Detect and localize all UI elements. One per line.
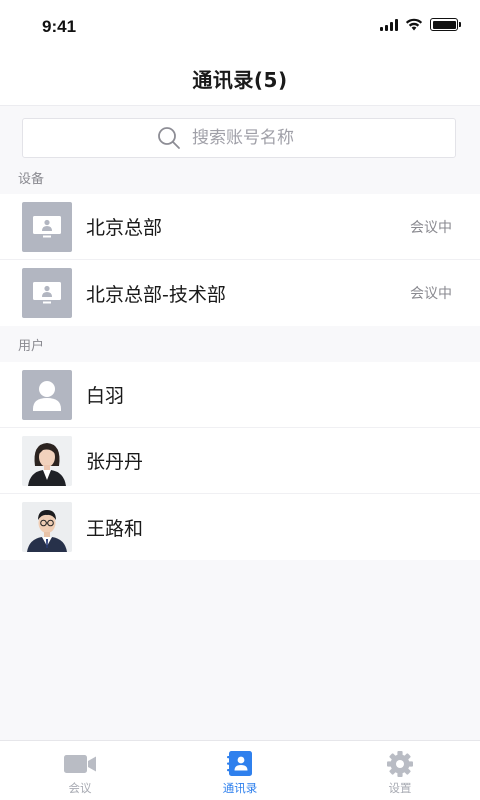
tab-meeting[interactable]: 会议 (0, 741, 160, 800)
device-row[interactable]: 北京总部-技术部 会议中 (0, 260, 480, 326)
tab-label: 会议 (68, 781, 92, 795)
tab-settings[interactable]: 设置 (320, 741, 480, 800)
tab-label: 设置 (388, 781, 412, 795)
device-status: 会议中 (410, 286, 452, 302)
search-box[interactable] (22, 118, 456, 158)
avatar (22, 502, 72, 552)
section-header-users: 用户 (18, 338, 45, 354)
navigation-bar: 通讯录(5) (0, 52, 480, 106)
gear-icon (387, 751, 413, 777)
cellular-signal-icon (380, 18, 398, 31)
status-bar: 9:41 (0, 0, 480, 52)
tab-contacts[interactable]: 通讯录 (160, 741, 320, 800)
female-user-photo-icon (22, 435, 72, 486)
tab-label: 通讯录 (222, 781, 258, 795)
monitor-icon (33, 215, 61, 237)
section-header-devices: 设备 (18, 171, 45, 187)
video-camera-icon (64, 755, 96, 773)
wifi-icon (405, 18, 423, 31)
device-list: 北京总部 会议中 北京总部-技术部 会议中 (0, 194, 480, 326)
page-title: 通讯录(5) (192, 68, 288, 92)
device-status: 会议中 (410, 219, 452, 236)
user-row[interactable]: 张丹丹 (0, 428, 480, 494)
device-avatar (22, 268, 72, 318)
monitor-icon (33, 282, 61, 304)
device-row[interactable]: 北京总部 会议中 (0, 194, 480, 260)
avatar (22, 369, 72, 420)
tab-bar: 会议 通讯录 设置 (0, 740, 480, 800)
user-name: 王路和 (86, 517, 144, 540)
device-name: 北京总部 (86, 217, 163, 239)
search-icon (158, 127, 180, 149)
avatar (22, 435, 72, 486)
device-avatar (22, 201, 72, 252)
user-name: 白羽 (86, 385, 125, 407)
person-placeholder-icon (33, 380, 61, 411)
male-user-photo-icon (22, 502, 72, 552)
status-time: 9:41 (42, 17, 77, 36)
contacts-icon (227, 751, 252, 776)
search-input[interactable] (192, 128, 322, 148)
user-row[interactable]: 王路和 (0, 494, 480, 560)
user-list: 白羽 张丹丹 王路和 (0, 362, 480, 560)
status-icons (380, 18, 461, 31)
user-row[interactable]: 白羽 (0, 362, 480, 428)
device-name: 北京总部-技术部 (86, 283, 226, 306)
battery-icon (430, 18, 461, 31)
user-name: 张丹丹 (86, 451, 144, 473)
